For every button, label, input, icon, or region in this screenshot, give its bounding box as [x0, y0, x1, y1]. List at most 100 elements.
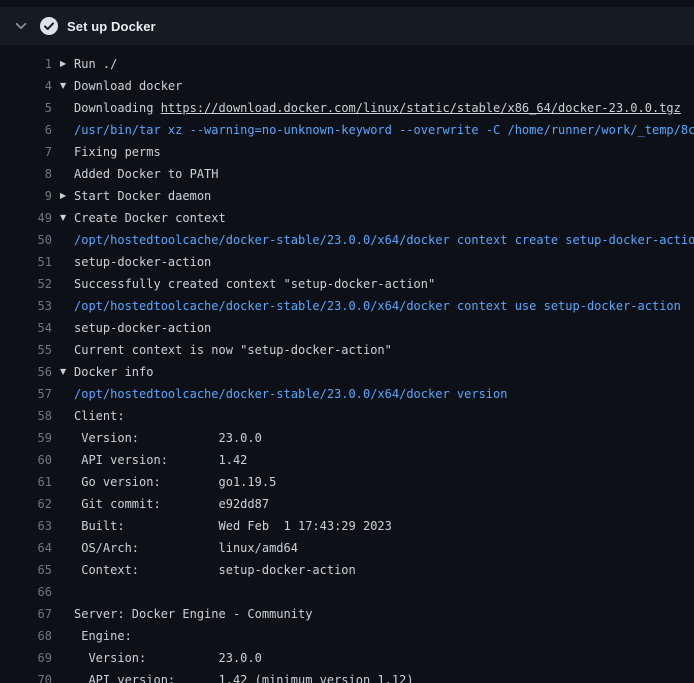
line-number[interactable]: 70: [0, 669, 52, 683]
line-number[interactable]: 9: [0, 185, 52, 207]
expand-arrow-icon[interactable]: ▶: [60, 185, 66, 207]
workflow-log-panel: Set up Docker 1 ▶ Run ./ 4 ▼ Download docker 5…: [0, 7, 694, 683]
line-number[interactable]: 65: [0, 559, 52, 581]
log-text: setup-docker-action: [74, 255, 211, 269]
log-line[interactable]: 56 ▼ Docker info: [0, 361, 694, 383]
log-line: 60 API version: 1.42: [0, 449, 694, 471]
log-line: 64 OS/Arch: linux/amd64: [0, 537, 694, 559]
collapse-arrow-icon[interactable]: ▼: [60, 75, 66, 97]
line-number[interactable]: 49: [0, 207, 52, 229]
log-text: Create Docker context: [74, 211, 226, 225]
line-content: Git commit: e92dd87: [58, 493, 694, 515]
collapse-arrow-icon[interactable]: ▼: [60, 361, 66, 383]
line-number[interactable]: 63: [0, 515, 52, 537]
log-text: Built: Wed Feb 1 17:43:29 2023: [74, 519, 392, 533]
line-number[interactable]: 60: [0, 449, 52, 471]
log-text: Server: Docker Engine - Community: [74, 607, 312, 621]
log-text: /opt/hostedtoolcache/docker-stable/23.0.…: [74, 233, 694, 247]
log-line: 67 Server: Docker Engine - Community: [0, 603, 694, 625]
line-content: API version: 1.42: [58, 449, 694, 471]
line-content: Server: Docker Engine - Community: [58, 603, 694, 625]
line-content: Built: Wed Feb 1 17:43:29 2023: [58, 515, 694, 537]
log-area: 1 ▶ Run ./ 4 ▼ Download docker 5 Downloading ht…: [0, 45, 694, 683]
line-number[interactable]: 52: [0, 273, 52, 295]
line-content: /usr/bin/tar xz --warning=no-unknown-key…: [58, 119, 694, 141]
line-content: Engine:: [58, 625, 694, 647]
log-line: 52 Successfully created context "setup-do…: [0, 273, 694, 295]
line-number[interactable]: 56: [0, 361, 52, 383]
log-line: 66: [0, 581, 694, 603]
line-number[interactable]: 69: [0, 647, 52, 669]
log-line: 6/usr/bin/tar xz --warning=no-unknown-ke…: [0, 119, 694, 141]
log-text: /opt/hostedtoolcache/docker-stable/23.0.…: [74, 387, 507, 401]
line-content: ▼ Docker info: [58, 361, 694, 383]
log-line[interactable]: 49 ▼ Create Docker context: [0, 207, 694, 229]
log-line: 54 setup-docker-action: [0, 317, 694, 339]
line-number[interactable]: 68: [0, 625, 52, 647]
line-content: Added Docker to PATH: [58, 163, 694, 185]
line-number[interactable]: 62: [0, 493, 52, 515]
line-content: Version: 23.0.0: [58, 427, 694, 449]
line-number[interactable]: 55: [0, 339, 52, 361]
line-number[interactable]: 50: [0, 229, 52, 251]
log-link[interactable]: https://download.docker.com/linux/static…: [161, 101, 681, 115]
line-number[interactable]: 53: [0, 295, 52, 317]
line-number[interactable]: 66: [0, 581, 52, 603]
log-line: 70 API version: 1.42 (minimum version 1.…: [0, 669, 694, 683]
log-text: Run ./: [74, 57, 117, 71]
log-line: 50/opt/hostedtoolcache/docker-stable/23.…: [0, 229, 694, 251]
line-number[interactable]: 67: [0, 603, 52, 625]
log-text: Downloading: [74, 101, 161, 115]
log-text: Download docker: [74, 79, 182, 93]
line-number[interactable]: 61: [0, 471, 52, 493]
line-number[interactable]: 58: [0, 405, 52, 427]
log-line: 62 Git commit: e92dd87: [0, 493, 694, 515]
line-content: Go version: go1.19.5: [58, 471, 694, 493]
line-number[interactable]: 7: [0, 141, 52, 163]
log-text: Engine:: [74, 629, 132, 643]
line-number[interactable]: 64: [0, 537, 52, 559]
log-line: 69 Version: 23.0.0: [0, 647, 694, 669]
line-content: Fixing perms: [58, 141, 694, 163]
success-check-icon: [40, 17, 58, 35]
line-number[interactable]: 8: [0, 163, 52, 185]
log-text: API version: 1.42: [74, 453, 247, 467]
line-number[interactable]: 51: [0, 251, 52, 273]
line-number[interactable]: 59: [0, 427, 52, 449]
line-content: /opt/hostedtoolcache/docker-stable/23.0.…: [58, 295, 694, 317]
log-line[interactable]: 9▶Start Docker daemon: [0, 185, 694, 207]
collapse-arrow-icon[interactable]: ▼: [60, 207, 66, 229]
log-line: 65 Context: setup-docker-action: [0, 559, 694, 581]
log-text: Client:: [74, 409, 125, 423]
line-number[interactable]: 57: [0, 383, 52, 405]
line-content: /opt/hostedtoolcache/docker-stable/23.0.…: [58, 383, 694, 405]
log-text: /opt/hostedtoolcache/docker-stable/23.0.…: [74, 299, 681, 313]
line-number[interactable]: 6: [0, 119, 52, 141]
step-title: Set up Docker: [67, 19, 156, 34]
line-content: /opt/hostedtoolcache/docker-stable/23.0.…: [58, 229, 694, 251]
log-text: Docker info: [74, 365, 153, 379]
expand-arrow-icon[interactable]: ▶: [60, 53, 66, 75]
line-content: API version: 1.42 (minimum version 1.12): [58, 669, 694, 683]
line-content: [58, 581, 694, 603]
line-content: setup-docker-action: [58, 317, 694, 339]
log-line: 55Current context is now "setup-docker-a…: [0, 339, 694, 361]
step-header[interactable]: Set up Docker: [0, 7, 694, 45]
chevron-down-icon[interactable]: [14, 19, 28, 33]
log-line: 8 Added Docker to PATH: [0, 163, 694, 185]
log-text: Go version: go1.19.5: [74, 475, 276, 489]
log-line: 61 Go version: go1.19.5: [0, 471, 694, 493]
log-line[interactable]: 1 ▶ Run ./: [0, 53, 694, 75]
line-number[interactable]: 54: [0, 317, 52, 339]
line-number[interactable]: 4: [0, 75, 52, 97]
log-text: Context: setup-docker-action: [74, 563, 356, 577]
log-text: setup-docker-action: [74, 321, 211, 335]
line-number[interactable]: 5: [0, 97, 52, 119]
line-content: Version: 23.0.0: [58, 647, 694, 669]
log-line: 57/opt/hostedtoolcache/docker-stable/23.…: [0, 383, 694, 405]
line-content: Downloading https://download.docker.com/…: [58, 97, 694, 119]
line-content: Client:: [58, 405, 694, 427]
line-number[interactable]: 1: [0, 53, 52, 75]
line-content: Successfully created context "setup-dock…: [58, 273, 694, 295]
log-line[interactable]: 4 ▼ Download docker: [0, 75, 694, 97]
